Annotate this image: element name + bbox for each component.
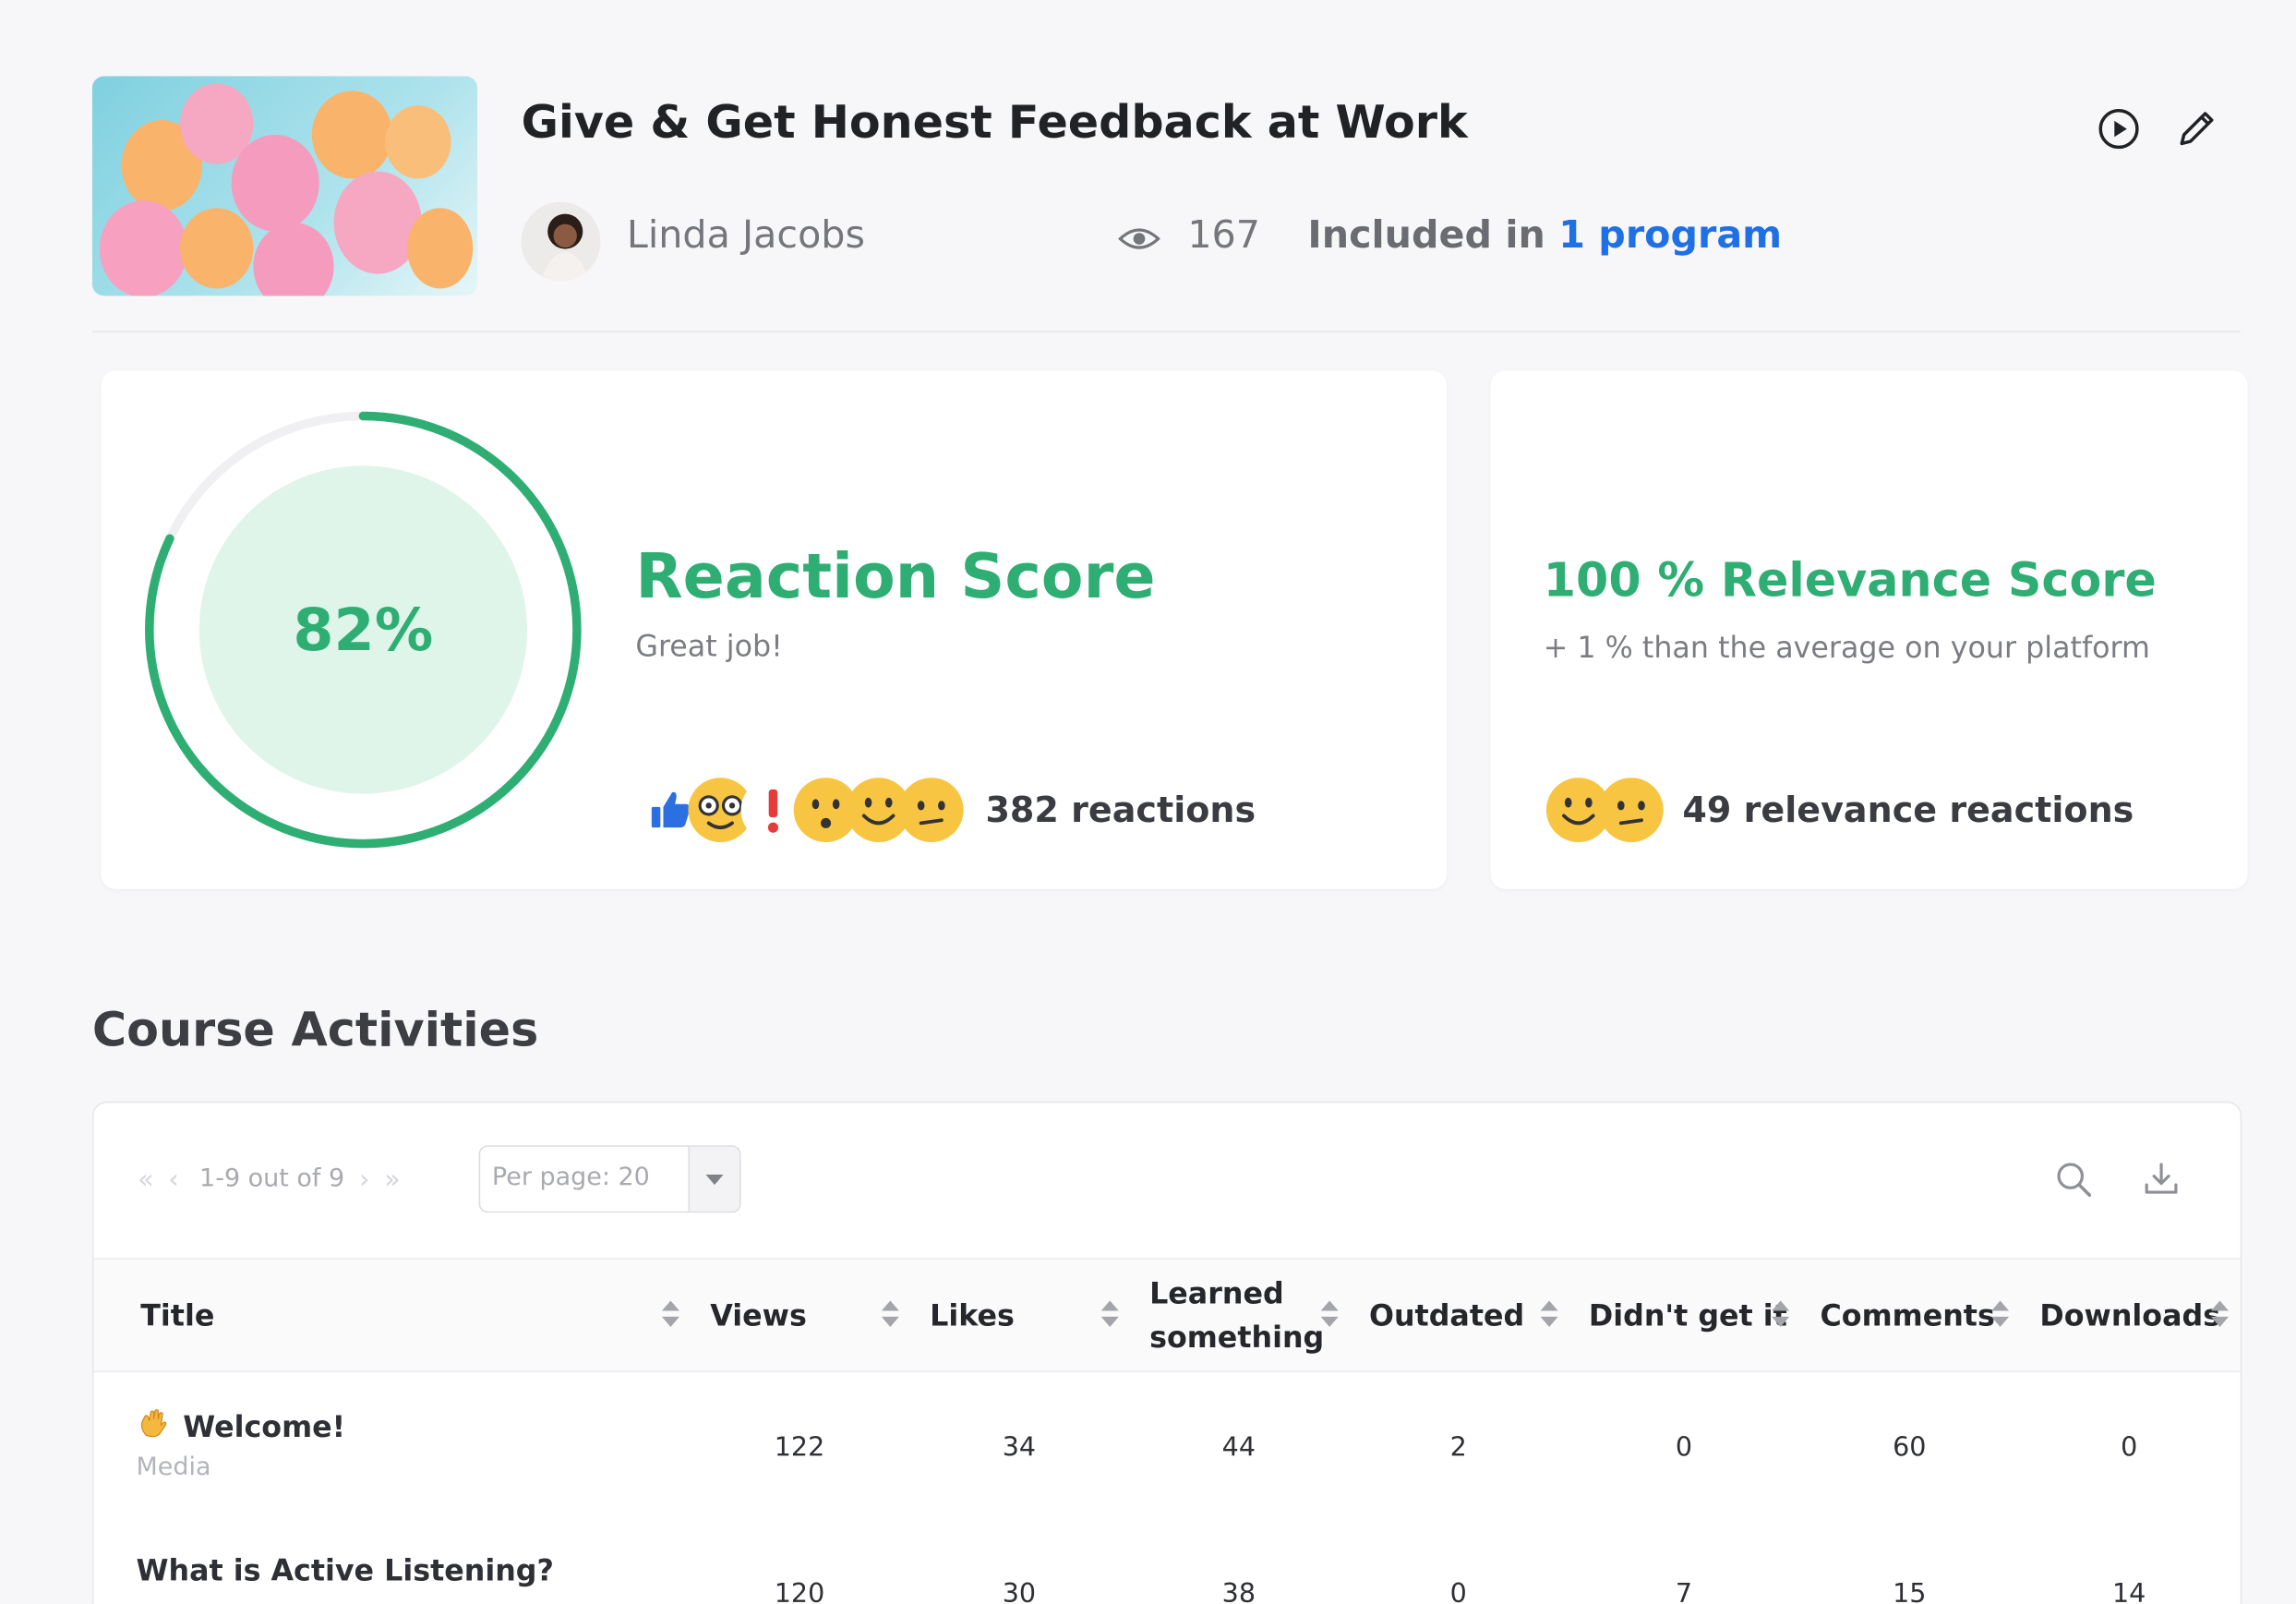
column-likes[interactable]: Likes <box>930 1260 1015 1371</box>
waving-hand-icon <box>140 1408 167 1438</box>
first-page-icon[interactable]: « <box>138 1164 153 1194</box>
row-didnt-get-it: 0 <box>1675 1432 1693 1464</box>
row-title[interactable]: What is Active Listening? <box>137 1552 554 1587</box>
reaction-score-subtitle: Great job! <box>635 628 783 664</box>
column-outdated[interactable]: Outdated <box>1369 1260 1524 1371</box>
last-page-icon[interactable]: » <box>384 1164 400 1194</box>
row-learned: 44 <box>1221 1432 1256 1464</box>
reaction-score-title: Reaction Score <box>635 540 1156 612</box>
course-activities-title: Course Activities <box>91 1001 539 1058</box>
sort-icon[interactable] <box>1319 1300 1340 1330</box>
row-comments: 60 <box>1893 1432 1927 1464</box>
program-link[interactable]: 1 program <box>1558 214 1782 259</box>
confused-face-emoji <box>1599 778 1664 843</box>
sort-icon[interactable] <box>1539 1300 1559 1330</box>
table-row[interactable]: Welcome! Media 122 34 44 2 0 60 0 <box>94 1371 2241 1518</box>
column-title[interactable]: Title <box>140 1260 214 1371</box>
pencil-icon[interactable] <box>2173 105 2220 152</box>
row-views: 120 <box>774 1578 825 1604</box>
sort-icon[interactable] <box>660 1300 680 1330</box>
play-circle-icon[interactable] <box>2096 105 2143 152</box>
row-outdated: 0 <box>1449 1578 1467 1604</box>
included-in-programs: Included in 1 program <box>1307 214 1782 259</box>
course-title: Give & Get Honest Feedback at Work <box>521 96 1468 150</box>
chevron-down-icon[interactable] <box>688 1146 739 1212</box>
row-views: 122 <box>774 1432 825 1464</box>
column-didnt-get-it[interactable]: Didn't get it <box>1589 1260 1787 1371</box>
views-count: 167 <box>1187 213 1261 259</box>
reaction-emoji-row <box>635 775 987 848</box>
relevance-count[interactable]: 49 relevance reactions <box>1682 790 2134 830</box>
sort-icon[interactable] <box>1989 1300 2010 1330</box>
author-avatar[interactable] <box>521 201 601 282</box>
per-page-value: Per page: 20 <box>491 1163 650 1193</box>
row-title[interactable]: Welcome! <box>137 1406 346 1444</box>
column-views[interactable]: Views <box>710 1260 807 1371</box>
search-icon[interactable] <box>2053 1159 2094 1200</box>
pagination: « ‹ 1-9 out of 9 › » <box>138 1159 415 1200</box>
sort-icon[interactable] <box>1771 1300 1791 1330</box>
row-downloads: 14 <box>2112 1578 2146 1604</box>
relevance-emoji-row <box>1544 775 1676 848</box>
activities-table-panel: « ‹ 1-9 out of 9 › » Per page: 20 Title … <box>91 1101 2242 1604</box>
row-learned: 38 <box>1221 1578 1256 1604</box>
course-thumbnail[interactable] <box>91 76 478 296</box>
next-page-icon[interactable]: › <box>359 1164 369 1194</box>
relevance-score-card: 100 % Relevance Score + 1 % than the ave… <box>1490 370 2248 889</box>
eye-icon <box>1118 228 1160 249</box>
prev-page-icon[interactable]: ‹ <box>168 1164 178 1194</box>
relevance-score-subtitle: + 1 % than the average on your platform <box>1543 630 2150 666</box>
confused-face-emoji <box>898 778 964 843</box>
row-downloads: 0 <box>2121 1432 2138 1464</box>
relevance-score-title: 100 % Relevance Score <box>1543 551 2157 609</box>
course-analytics-page: Give & Get Honest Feedback at Work Linda… <box>0 0 2296 1604</box>
row-likes: 34 <box>1002 1432 1037 1464</box>
row-didnt-get-it: 7 <box>1675 1578 1693 1604</box>
reaction-count[interactable]: 382 reactions <box>985 790 1256 830</box>
column-downloads[interactable]: Downloads <box>2039 1260 2220 1371</box>
row-comments: 15 <box>1893 1578 1927 1604</box>
sort-icon[interactable] <box>880 1300 900 1330</box>
table-row[interactable]: What is Active Listening? 120 30 38 0 7 … <box>94 1517 2241 1604</box>
row-title-text: Welcome! <box>183 1408 346 1444</box>
row-outdated: 2 <box>1449 1432 1467 1464</box>
download-icon[interactable] <box>2141 1159 2182 1200</box>
sort-icon[interactable] <box>1100 1300 1120 1330</box>
row-likes: 30 <box>1002 1578 1037 1604</box>
per-page-select[interactable]: Per page: 20 <box>478 1145 741 1213</box>
reaction-score-card: 82% Reaction Score Great job! 382 reacti… <box>101 370 1448 889</box>
sort-icon[interactable] <box>2209 1300 2230 1330</box>
row-type: Media <box>136 1453 211 1483</box>
column-learned-something[interactable]: Learned something <box>1149 1260 1325 1371</box>
author-name[interactable]: Linda Jacobs <box>627 214 865 259</box>
reaction-percent: 82% <box>293 597 434 666</box>
column-comments[interactable]: Comments <box>1821 1260 1995 1371</box>
header-divider <box>91 331 2241 333</box>
included-prefix: Included in <box>1307 213 1559 259</box>
table-header: Title Views Likes Learned something Outd… <box>93 1258 2241 1373</box>
pager-range: 1-9 out of 9 <box>199 1164 345 1194</box>
